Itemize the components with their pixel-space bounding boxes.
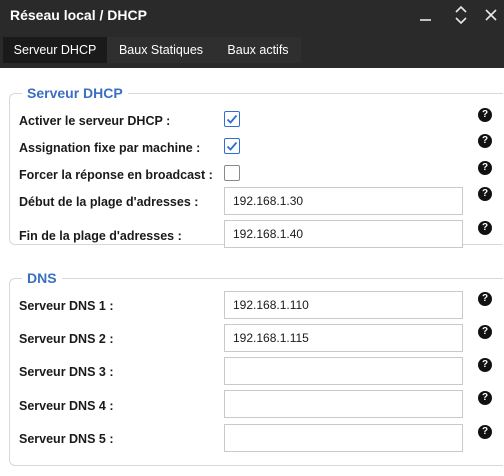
help-icon[interactable]: ? <box>478 325 492 339</box>
dns-server-3-label: Serveur DNS 3 : <box>19 365 114 379</box>
window-header: Réseau local / DHCP Serveur DHCP Baux St… <box>0 0 504 68</box>
tab-baux-statiques[interactable]: Baux Statiques <box>107 37 215 63</box>
help-icon[interactable]: ? <box>478 358 492 372</box>
dns-server-4-label: Serveur DNS 4 : <box>19 399 114 413</box>
enable-dhcp-checkbox[interactable] <box>224 111 240 127</box>
help-icon[interactable]: ? <box>478 221 492 235</box>
window-title: Réseau local / DHCP <box>10 7 147 23</box>
dns-server-5-label: Serveur DNS 5 : <box>19 432 114 446</box>
help-icon[interactable]: ? <box>478 134 492 148</box>
up-down-chevron-icon[interactable] <box>449 4 473 26</box>
help-icon[interactable]: ? <box>478 187 492 201</box>
force-broadcast-label: Forcer la réponse en broadcast : <box>19 168 213 182</box>
dhcp-settings-panel: Serveur DHCP Activer le serveur DHCP : ?… <box>0 68 504 476</box>
range-start-input[interactable]: 192.168.1.30 <box>224 187 463 215</box>
minimize-icon[interactable] <box>414 4 438 26</box>
dns-server-2-label: Serveur DNS 2 : <box>19 332 114 346</box>
dns-server-5-input[interactable] <box>224 424 463 452</box>
dns-server-2-input[interactable]: 192.168.1.115 <box>224 324 463 352</box>
help-icon[interactable]: ? <box>478 292 492 306</box>
dns-server-1-label: Serveur DNS 1 : <box>19 299 114 313</box>
range-end-label: Fin de la plage d'adresses : <box>19 229 182 243</box>
close-icon[interactable] <box>479 4 503 26</box>
dns-server-1-input[interactable]: 192.168.1.110 <box>224 291 463 319</box>
force-broadcast-checkbox[interactable] <box>224 165 240 181</box>
enable-dhcp-label: Activer le serveur DHCP : <box>19 114 171 128</box>
tab-bar: Serveur DHCP Baux Statiques Baux actifs <box>3 37 301 63</box>
help-icon[interactable]: ? <box>478 108 492 122</box>
dns-server-3-input[interactable] <box>224 357 463 385</box>
fixed-assignment-checkbox[interactable] <box>224 138 240 154</box>
fixed-assignment-label: Assignation fixe par machine : <box>19 141 201 155</box>
tab-serveur-dhcp[interactable]: Serveur DHCP <box>3 37 107 63</box>
help-icon[interactable]: ? <box>478 161 492 175</box>
range-start-label: Début de la plage d'adresses : <box>19 195 199 209</box>
dns-server-4-input[interactable] <box>224 390 463 418</box>
group-legend-dhcp: Serveur DHCP <box>22 85 128 101</box>
help-icon[interactable]: ? <box>478 391 492 405</box>
help-icon[interactable]: ? <box>478 425 492 439</box>
range-end-input[interactable]: 192.168.1.40 <box>224 220 463 248</box>
group-legend-dns: DNS <box>22 270 62 286</box>
tab-baux-actifs[interactable]: Baux actifs <box>215 37 301 63</box>
